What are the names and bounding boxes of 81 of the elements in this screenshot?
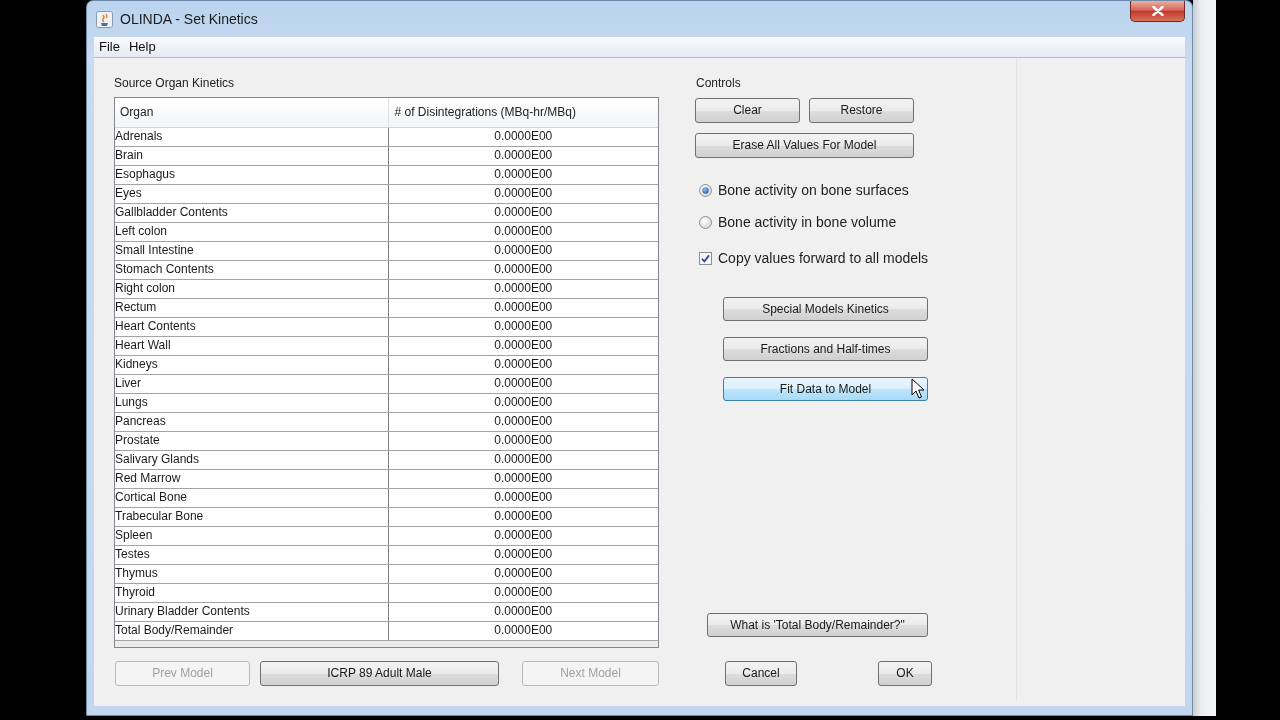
- radio-button[interactable]: [699, 183, 712, 197]
- mouse-pointer-icon: [911, 378, 925, 400]
- table-cell: Rectum: [115, 298, 388, 317]
- dialog-button[interactable]: Cancel: [725, 661, 797, 686]
- close-icon: [1151, 6, 1164, 16]
- table-cell: 0.0000E00: [388, 127, 658, 146]
- table-cell: 0.0000E00: [388, 317, 658, 336]
- radio-label[interactable]: Bone activity on bone surfaces: [718, 179, 909, 201]
- table-cell: Prostate: [115, 431, 388, 450]
- table-cell: 0.0000E00: [388, 222, 658, 241]
- table-cell: Right colon: [115, 279, 388, 298]
- table-cell: 0.0000E00: [388, 507, 658, 526]
- table-cell: 0.0000E00: [388, 260, 658, 279]
- radio-button[interactable]: [699, 215, 712, 229]
- menu-item[interactable]: Help: [128, 37, 156, 57]
- table-cell: 0.0000E00: [388, 450, 658, 469]
- table-cell: 0.0000E00: [388, 241, 658, 260]
- table-cell: Spleen: [115, 526, 388, 545]
- table-cell: 0.0000E00: [388, 545, 658, 564]
- table-cell: 0.0000E00: [388, 621, 658, 640]
- menu-item[interactable]: File: [99, 37, 120, 57]
- table-cell: 0.0000E00: [388, 602, 658, 621]
- table-cell: 0.0000E00: [388, 412, 658, 431]
- table-cell: 0.0000E00: [388, 203, 658, 222]
- table-cell: Testes: [115, 545, 388, 564]
- table-cell: Adrenals: [115, 127, 388, 146]
- table-cell: 0.0000E00: [388, 431, 658, 450]
- table-cell: 0.0000E00: [388, 279, 658, 298]
- table-cell: 0.0000E00: [388, 488, 658, 507]
- table-cell: Trabecular Bone: [115, 507, 388, 526]
- action-button[interactable]: Clear: [695, 98, 800, 123]
- table-cell: 0.0000E00: [388, 184, 658, 203]
- table-cell: 0.0000E00: [388, 298, 658, 317]
- dialog-button[interactable]: OK: [878, 661, 932, 686]
- table-cell: 0.0000E00: [388, 393, 658, 412]
- table-cell: Small Intestine: [115, 241, 388, 260]
- table-cell: Thymus: [115, 564, 388, 583]
- table-cell: Urinary Bladder Contents: [115, 602, 388, 621]
- table-cell: Total Body/Remainder: [115, 621, 388, 640]
- table-cell: Eyes: [115, 184, 388, 203]
- table-cell: 0.0000E00: [388, 336, 658, 355]
- action-button[interactable]: Restore: [809, 98, 914, 123]
- table-cell: Left colon: [115, 222, 388, 241]
- column-header[interactable]: Organ: [115, 98, 388, 127]
- table-cell: Salivary Glands: [115, 450, 388, 469]
- table-cell: 0.0000E00: [388, 526, 658, 545]
- table-cell: 0.0000E00: [388, 564, 658, 583]
- table-cell: Kidneys: [115, 355, 388, 374]
- table-cell: Lungs: [115, 393, 388, 412]
- table-cell: Thyroid: [115, 583, 388, 602]
- table-cell: 0.0000E00: [388, 146, 658, 165]
- table-cell: 0.0000E00: [388, 165, 658, 184]
- table-cell: Heart Wall: [115, 336, 388, 355]
- table-cell: 0.0000E00: [388, 469, 658, 488]
- close-button[interactable]: [1130, 1, 1185, 22]
- table-cell: Pancreas: [115, 412, 388, 431]
- window-title: OLINDA - Set Kinetics: [120, 9, 258, 29]
- group-title: Source Organ Kinetics: [114, 76, 236, 90]
- help-button[interactable]: What is 'Total Body/Remainder?": [707, 613, 928, 637]
- app-icon: [96, 10, 113, 28]
- table-cell: 0.0000E00: [388, 374, 658, 393]
- table-cell: Liver: [115, 374, 388, 393]
- column-header[interactable]: # of Disintegrations (MBq-hr/MBq): [388, 98, 658, 127]
- model-button[interactable]: ICRP 89 Adult Male: [260, 661, 499, 686]
- action-button[interactable]: Erase All Values For Model: [695, 133, 914, 158]
- action-button[interactable]: Special Models Kinetics: [723, 297, 928, 321]
- table-cell: Brain: [115, 146, 388, 165]
- table-cell: Cortical Bone: [115, 488, 388, 507]
- table-cell: Red Marrow: [115, 469, 388, 488]
- table-cell: Stomach Contents: [115, 260, 388, 279]
- table-cell: Gallbladder Contents: [115, 203, 388, 222]
- checkbox[interactable]: [699, 251, 712, 265]
- table-cell: 0.0000E00: [388, 355, 658, 374]
- table-cell: 0.0000E00: [388, 583, 658, 602]
- table-cell: Heart Contents: [115, 317, 388, 336]
- table-cell: Esophagus: [115, 165, 388, 184]
- group-title: Controls: [695, 76, 742, 90]
- checkbox-label[interactable]: Copy values forward to all models: [718, 247, 929, 269]
- action-button[interactable]: Fit Data to Model: [723, 377, 928, 401]
- action-button[interactable]: Fractions and Half-times: [723, 337, 928, 361]
- radio-label[interactable]: Bone activity in bone volume: [718, 211, 897, 233]
